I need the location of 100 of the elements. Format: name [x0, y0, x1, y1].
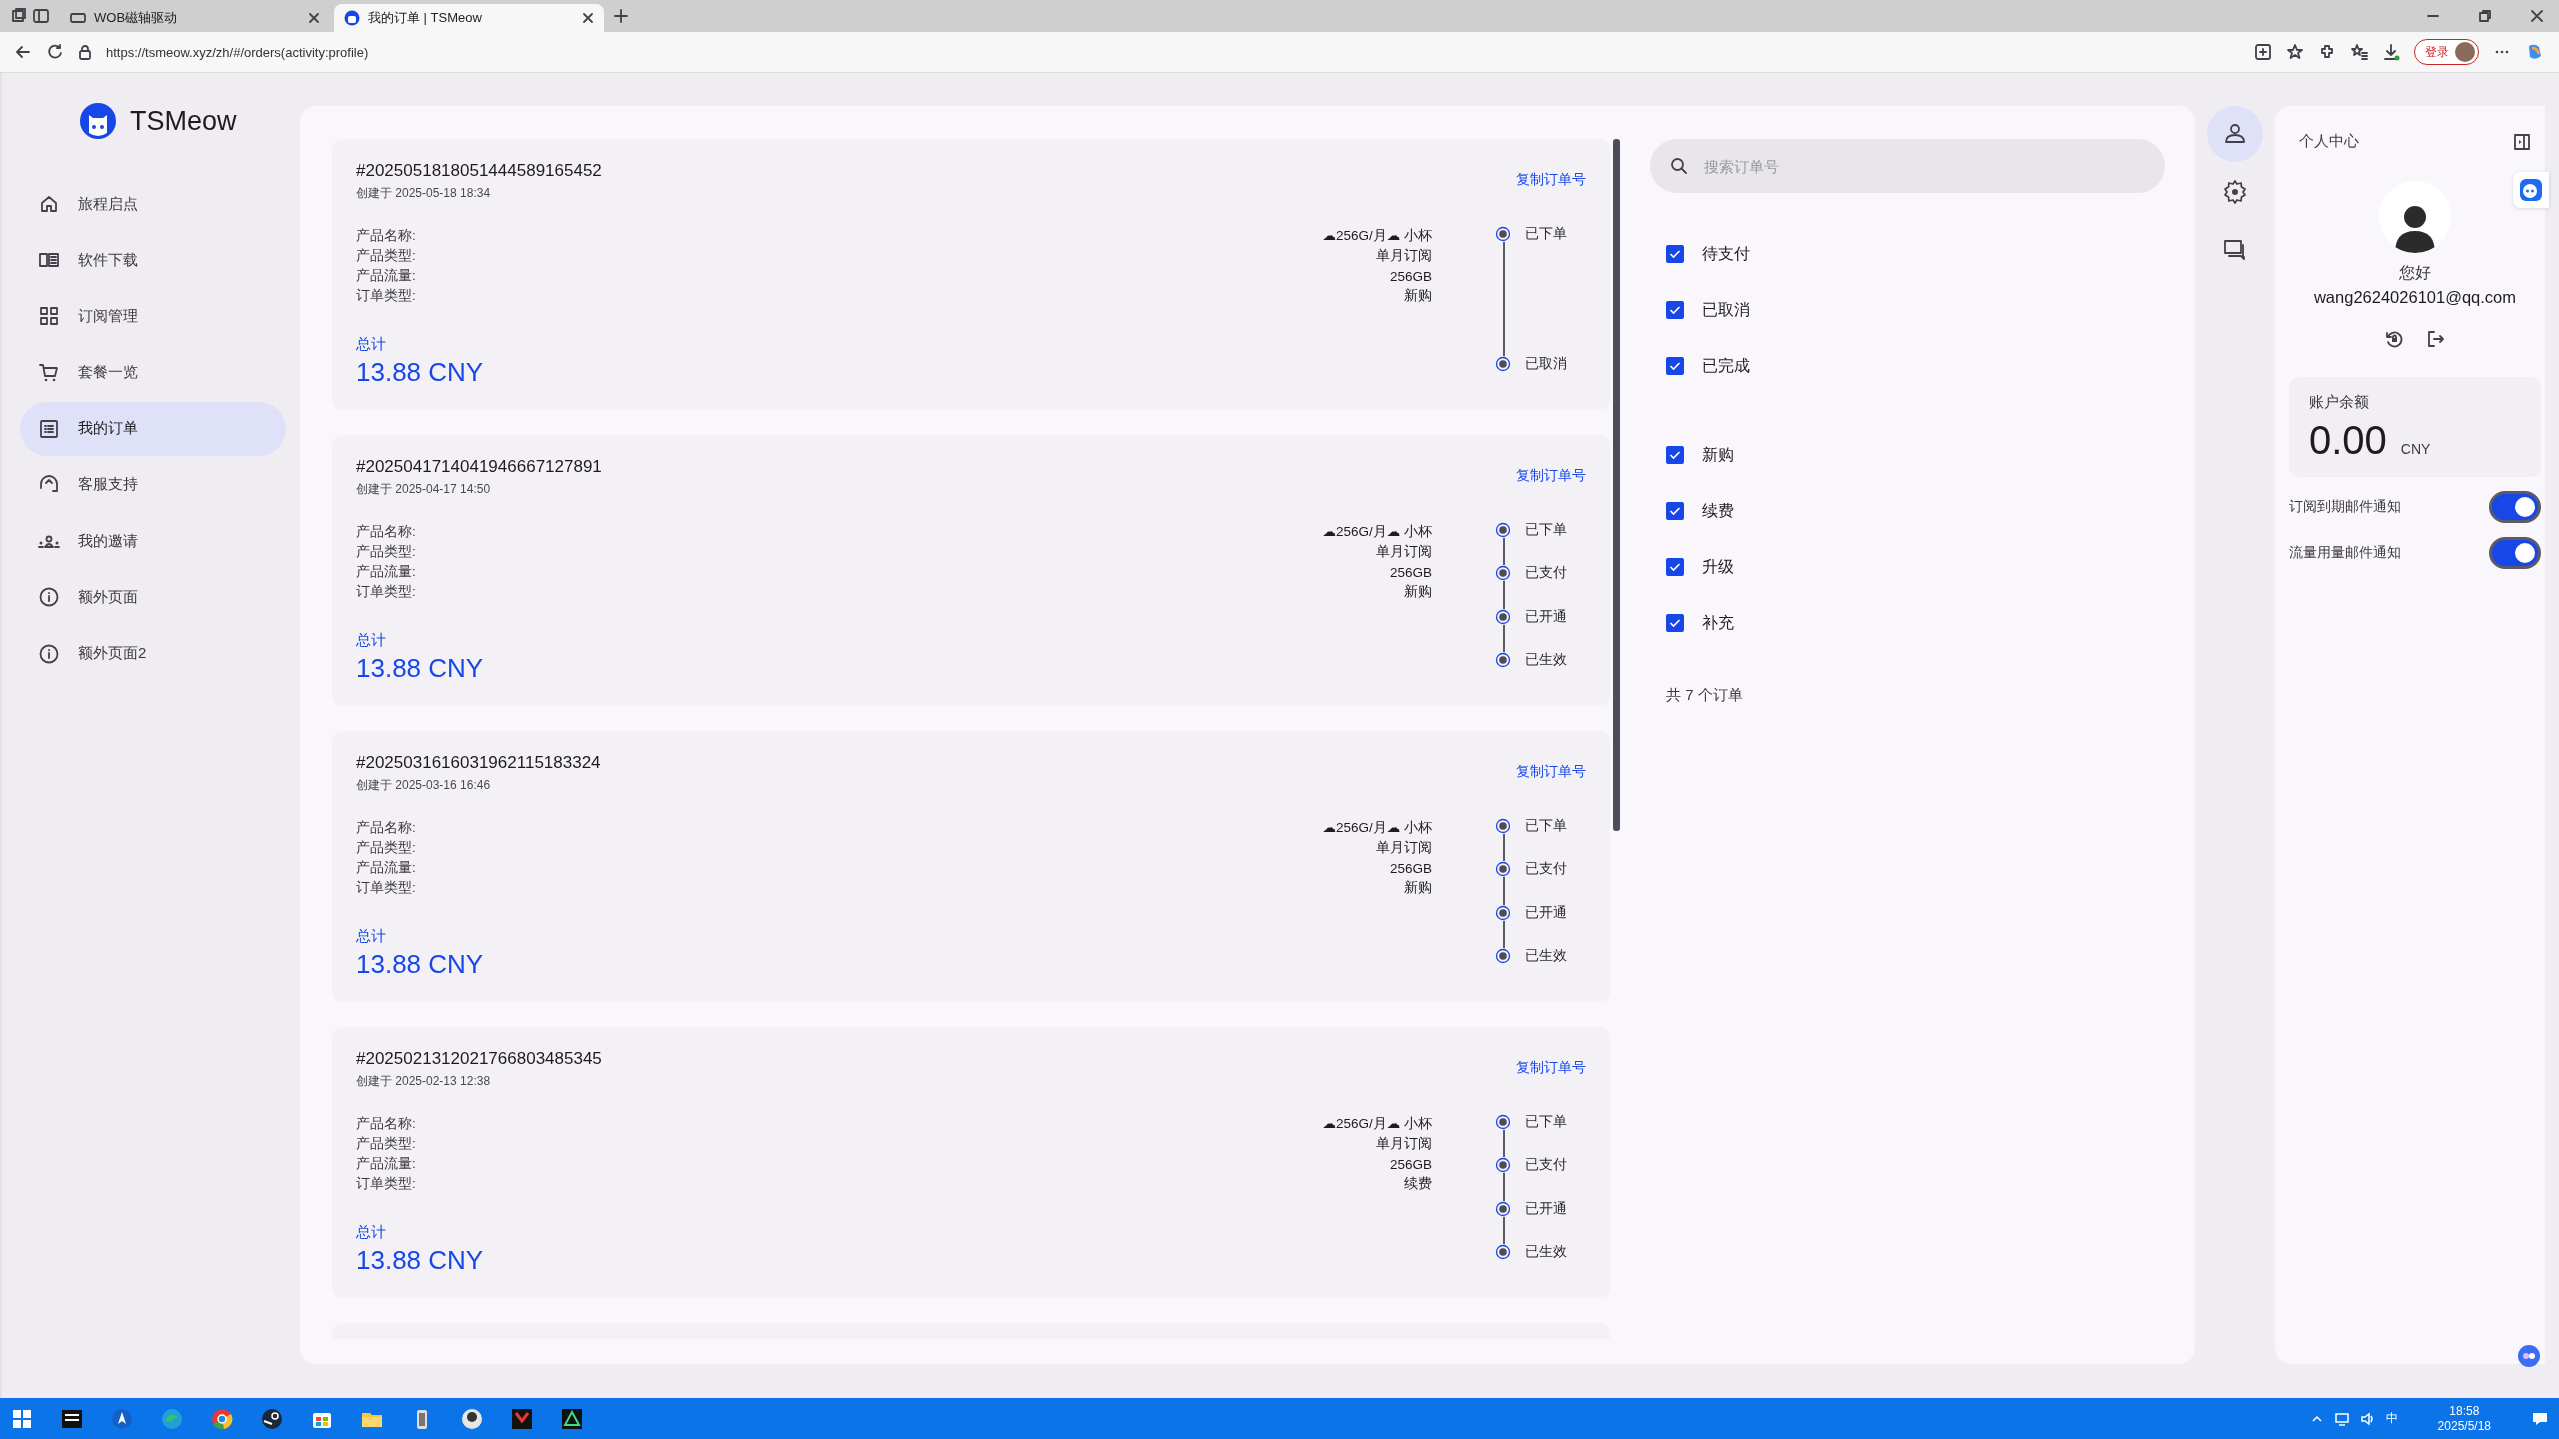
field-value: 256GB: [1389, 564, 1432, 580]
status-step: 已取消: [1525, 355, 1567, 373]
checkbox[interactable]: [1666, 614, 1684, 632]
copy-order-link[interactable]: 复制订单号: [1516, 763, 1586, 781]
clock-time: 18:58: [2449, 1403, 2480, 1419]
copy-order-link[interactable]: 复制订单号: [1516, 467, 1586, 485]
checkbox[interactable]: [1666, 357, 1684, 375]
reset-password-button[interactable]: [2384, 329, 2404, 349]
order-number: #2025031616031962115183324: [356, 753, 602, 773]
field-value: 单月订阅: [1376, 247, 1432, 265]
app-available-icon[interactable]: [2254, 43, 2272, 61]
network-icon[interactable]: [2333, 1410, 2350, 1427]
checkbox-label: 补充: [1702, 612, 1734, 633]
v-logo-app-icon[interactable]: [510, 1406, 534, 1431]
timeline-dot-icon: [1495, 1244, 1511, 1260]
copy-order-link[interactable]: 复制订单号: [1516, 171, 1586, 189]
close-icon[interactable]: [2529, 8, 2545, 24]
arrow-app-icon[interactable]: [110, 1406, 134, 1431]
currency: CNY: [2400, 441, 2431, 457]
login-button[interactable]: 登录: [2414, 39, 2479, 65]
field-value: ☁256G/月☁ 小杯: [1322, 1115, 1432, 1133]
restore-icon[interactable]: [2477, 8, 2493, 24]
field-label: 产品类型:: [356, 839, 416, 857]
status-step: 已开通: [1525, 1199, 1567, 1218]
download-icon[interactable]: [2382, 43, 2400, 61]
checkbox[interactable]: [1666, 558, 1684, 576]
avatar: [2455, 42, 2475, 62]
triangle-app-icon[interactable]: [560, 1406, 584, 1431]
clock-date: 2025/5/18: [2437, 1418, 2491, 1434]
field-label: 产品流量:: [356, 267, 416, 285]
field-value: 新购: [1404, 583, 1432, 601]
close-icon[interactable]: [308, 12, 320, 24]
checkbox[interactable]: [1666, 301, 1684, 319]
toggle-switch[interactable]: [2489, 491, 2541, 523]
status-step: 已支付: [1525, 1156, 1567, 1175]
checkbox[interactable]: [1666, 245, 1684, 263]
field-value: 256GB: [1389, 268, 1432, 284]
search-field[interactable]: 搜索订单号: [1650, 139, 2165, 193]
toggle-switch[interactable]: [2489, 537, 2541, 569]
checkbox-label: 升级: [1702, 556, 1734, 577]
cart-icon: [38, 361, 60, 384]
nav-item[interactable]: 客服支持: [20, 457, 286, 512]
checkbox-label: 已完成: [1702, 355, 1750, 376]
chrome-icon[interactable]: [210, 1406, 234, 1431]
field-label: 产品流量:: [356, 563, 416, 581]
info-icon: [38, 586, 60, 609]
status-step: 已生效: [1525, 1243, 1567, 1261]
logout-button[interactable]: [2426, 329, 2446, 349]
checkbox-label: 已取消: [1702, 299, 1750, 320]
greeting: 您好: [2398, 263, 2432, 283]
new-tab-icon[interactable]: [612, 7, 630, 25]
status-step: 已下单: [1525, 817, 1567, 835]
assistant-button[interactable]: [2513, 172, 2549, 208]
timeline-dot-icon: [1495, 565, 1511, 582]
checkbox[interactable]: [1666, 446, 1684, 464]
nav-item[interactable]: 旅程启点: [20, 177, 286, 231]
tab-actions-icon[interactable]: [32, 7, 50, 25]
workspaces-icon[interactable]: [10, 7, 28, 25]
close-icon[interactable]: [582, 12, 594, 24]
favorite-star-icon[interactable]: [2286, 43, 2304, 61]
scrollbar[interactable]: [1613, 139, 1620, 831]
browser-tab[interactable]: WOB磁轴驱动: [60, 4, 330, 32]
extensions-icon[interactable]: [2318, 43, 2336, 61]
nav-item[interactable]: 套餐一览: [20, 345, 286, 400]
collapse-panel-icon[interactable]: [2513, 132, 2531, 151]
field-value: 单月订阅: [1376, 543, 1432, 561]
field-value: 单月订阅: [1376, 839, 1432, 857]
status-step: 已下单: [1525, 521, 1567, 539]
check-icon: [1669, 361, 1681, 371]
volume-icon[interactable]: [2359, 1410, 2376, 1427]
steam-icon[interactable]: [260, 1406, 284, 1431]
nav-item[interactable]: 额外页面2: [20, 626, 286, 681]
timeline-dot-icon: [1495, 608, 1511, 625]
nav-item[interactable]: 我的邀请: [20, 514, 286, 569]
assistant-icon[interactable]: [2517, 1344, 2541, 1368]
back-icon[interactable]: [14, 43, 32, 61]
address-bar[interactable]: https://tsmeow.xyz/zh/#/orders(activity:profile): [106, 44, 2240, 60]
clock[interactable]: 18:58 2025/5/18: [2437, 1403, 2491, 1434]
rail-button[interactable]: [2207, 106, 2263, 162]
total-amount: 13.88 CNY: [356, 1245, 485, 1276]
favorites-icon[interactable]: [2350, 43, 2368, 61]
checkbox-label: 续费: [1702, 500, 1734, 521]
status-step: 已生效: [1525, 651, 1567, 669]
refresh-icon[interactable]: [46, 43, 64, 61]
home-icon: [38, 193, 60, 215]
input-method-indicator[interactable]: 中: [2385, 1410, 2398, 1427]
nav-item[interactable]: 订阅管理: [20, 289, 286, 344]
timeline-dot-icon: [1495, 1200, 1511, 1217]
chat-icon: [2222, 237, 2248, 263]
copy-order-link[interactable]: 复制订单号: [1516, 1059, 1586, 1077]
nav-item[interactable]: 我的订单: [20, 401, 286, 456]
list-icon: [38, 417, 60, 440]
character-app-icon[interactable]: [460, 1406, 484, 1431]
nav-item[interactable]: 额外页面: [20, 570, 286, 625]
checkbox[interactable]: [1666, 502, 1684, 520]
check-icon: [1669, 305, 1681, 315]
timeline-dot-icon: [1495, 652, 1511, 668]
browser-tab[interactable]: 我的订单 | TSMeow: [334, 4, 604, 32]
lock-reset-icon: [2384, 329, 2404, 349]
nav-item[interactable]: 软件下载: [20, 233, 286, 288]
